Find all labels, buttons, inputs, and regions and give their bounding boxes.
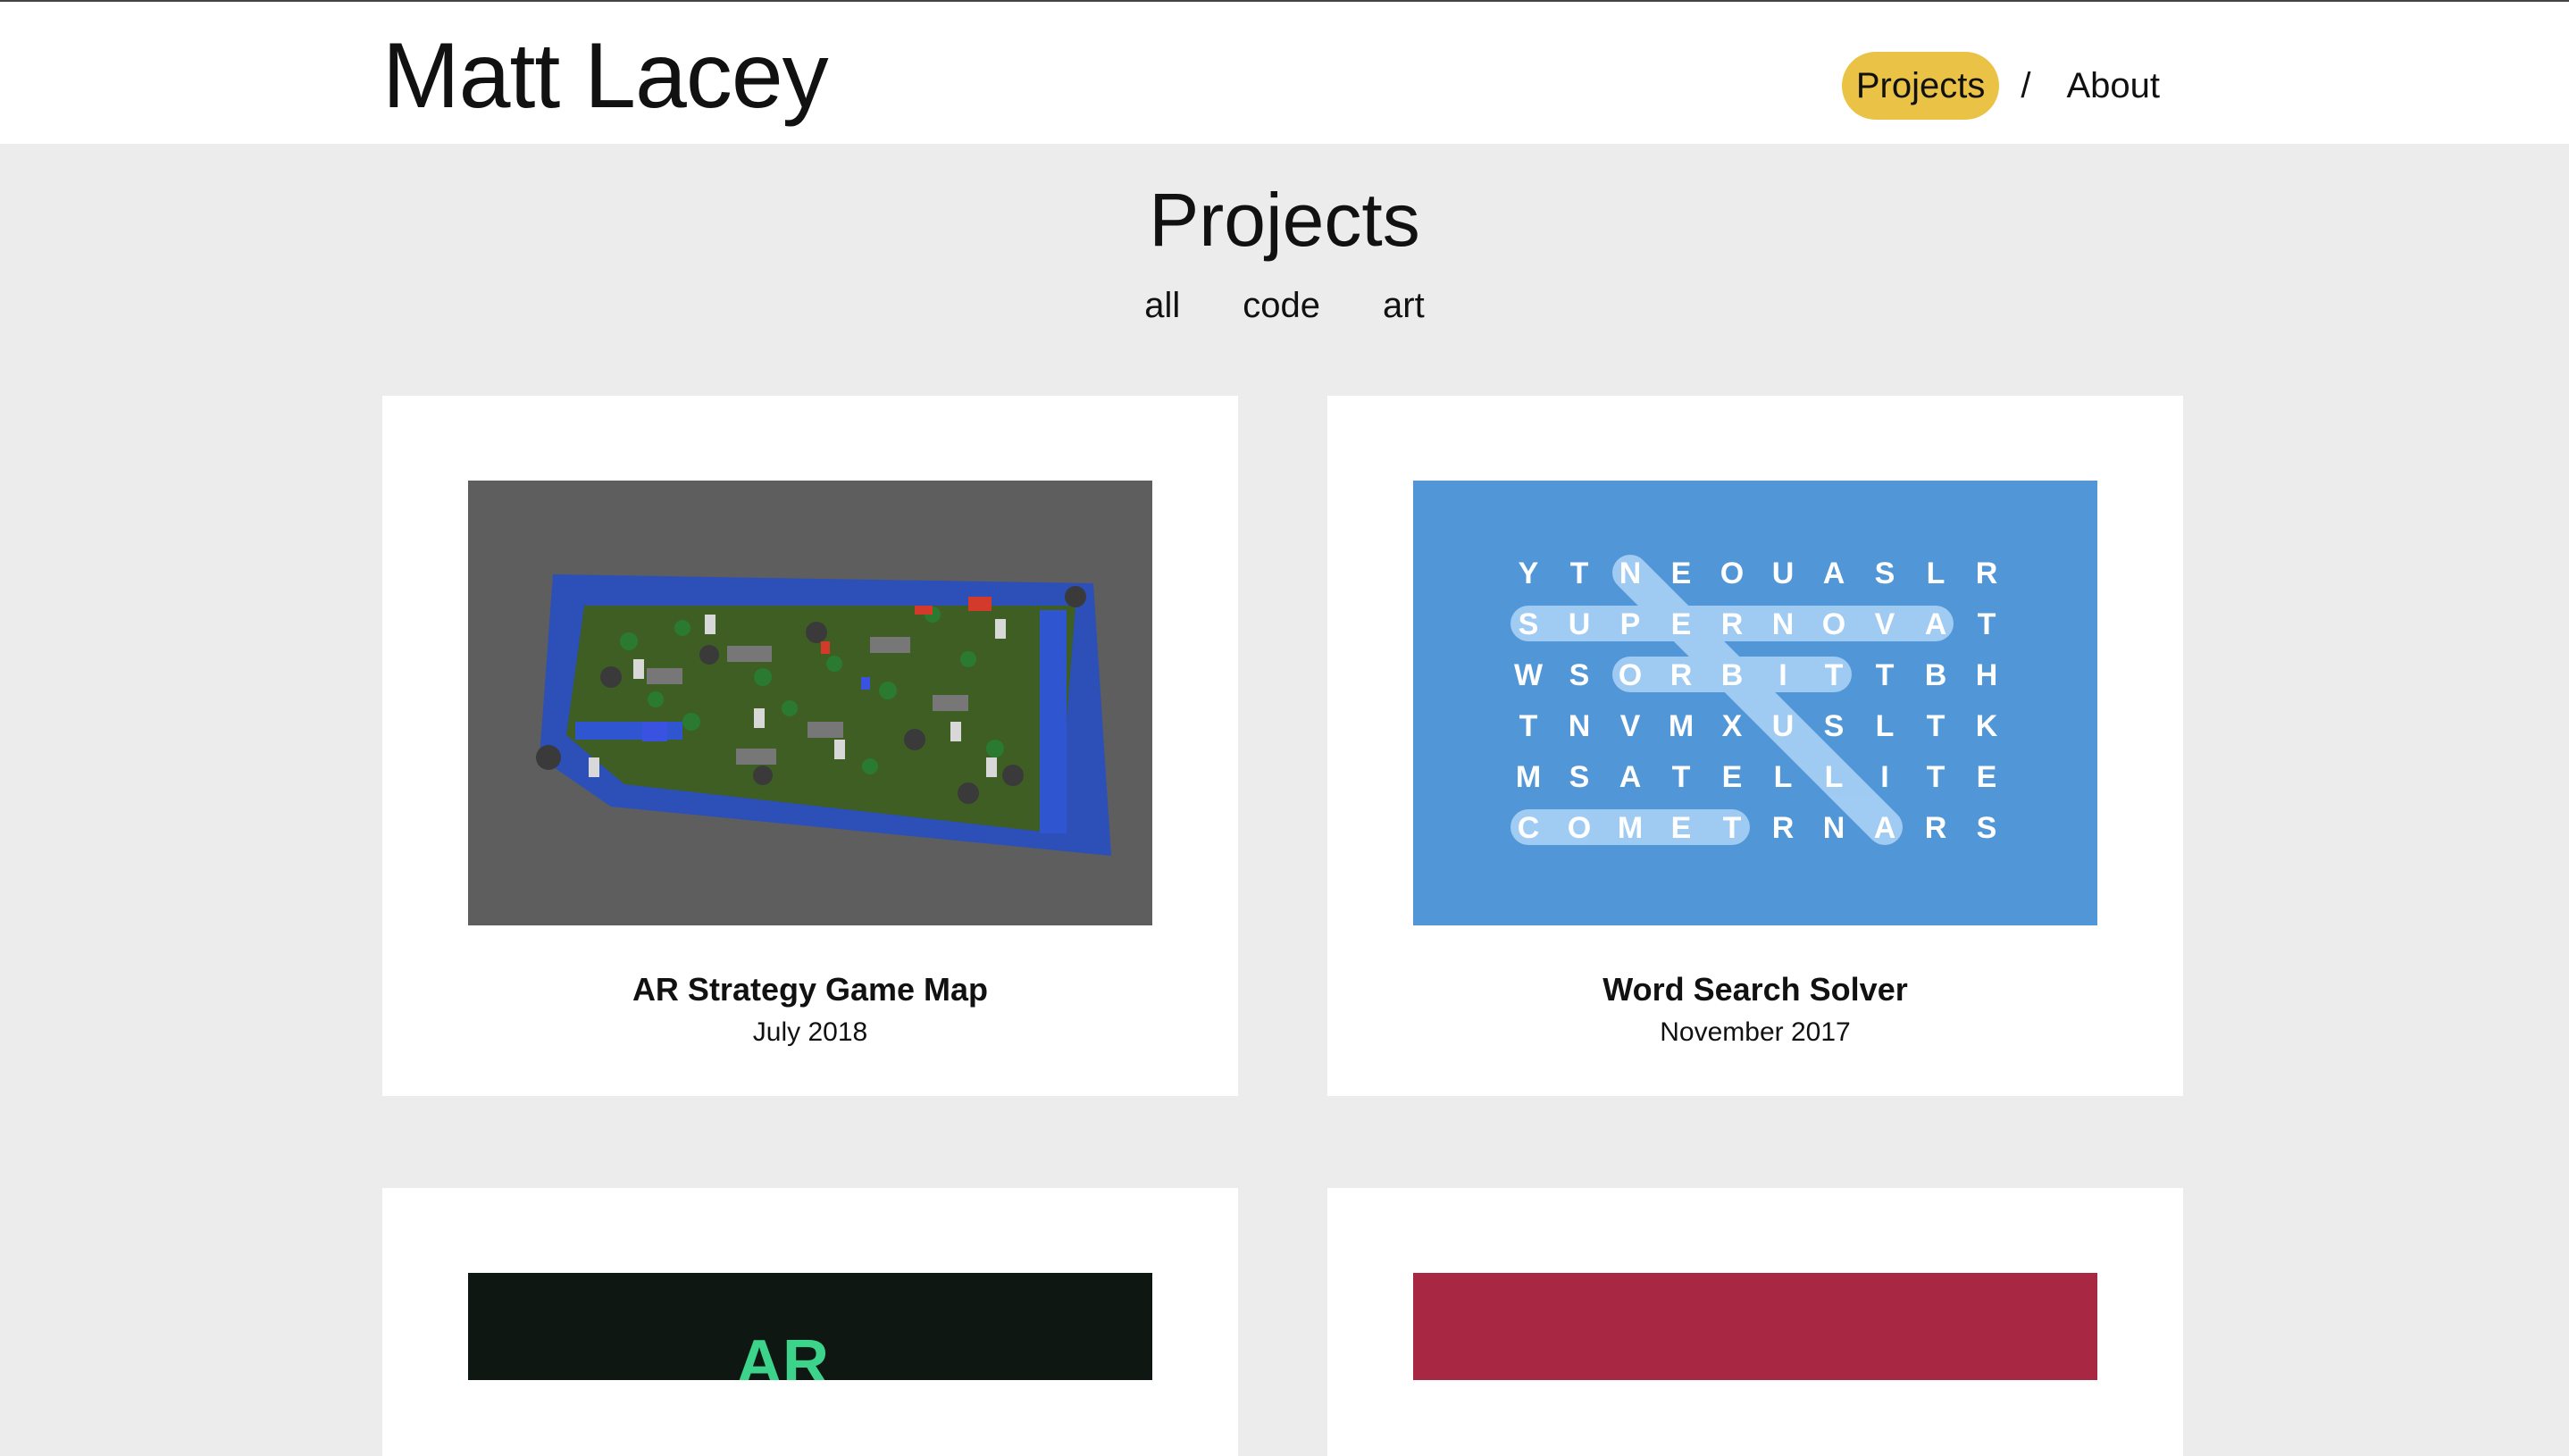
grid-letter: O bbox=[1720, 556, 1744, 590]
ar-strategy-map-image bbox=[468, 481, 1152, 925]
grid-letter: U bbox=[1772, 556, 1795, 590]
grid-letter: H bbox=[1976, 658, 1998, 692]
grid-letter: A bbox=[1619, 760, 1642, 794]
grid-letter: S bbox=[1824, 709, 1845, 743]
red-project-image bbox=[1413, 1273, 2097, 1380]
grid-letter: T bbox=[1927, 709, 1946, 743]
grid-letter: U bbox=[1772, 709, 1795, 743]
grid-letter: L bbox=[1876, 709, 1895, 743]
main-nav: Projects / About bbox=[1841, 52, 2174, 120]
project-card[interactable]: AR Strategy Game Map July 2018 bbox=[382, 396, 1238, 1096]
dark-ar-project-image: AR bbox=[468, 1273, 1152, 1380]
nav-about[interactable]: About bbox=[2052, 52, 2174, 120]
grid-letter: U bbox=[1569, 607, 1591, 641]
grid-letter: T bbox=[1927, 760, 1946, 794]
project-date: November 2017 bbox=[1660, 1017, 1851, 1047]
nav-projects[interactable]: Projects bbox=[1841, 52, 2000, 120]
grid-letter: S bbox=[1875, 556, 1895, 590]
grid-letter: M bbox=[1618, 811, 1643, 845]
grid-letter: O bbox=[1822, 607, 1845, 641]
grid-letter: C bbox=[1518, 811, 1540, 845]
grid-letter: V bbox=[1875, 607, 1895, 641]
word-search-grid: Y T N E O U A S L RS U P E R N O V A TW S O R B I T T B HT N V M X U S L T K… bbox=[1413, 481, 2097, 925]
grid-letter: T bbox=[1876, 658, 1895, 692]
thumb-caption: AR bbox=[736, 1327, 829, 1380]
filter-bar: all code art bbox=[0, 286, 2569, 326]
grid-letter: T bbox=[1672, 760, 1691, 794]
grid-letter: T bbox=[1825, 658, 1844, 692]
grid-letter: A bbox=[1925, 607, 1947, 641]
project-title[interactable]: Word Search Solver bbox=[1327, 971, 2183, 1008]
filter-art[interactable]: art bbox=[1383, 286, 1425, 326]
grid-letter: Y bbox=[1519, 556, 1539, 590]
grid-letter: I bbox=[1880, 760, 1888, 794]
site-header: Matt Lacey Projects / About bbox=[0, 2, 2569, 144]
grid-letter: T bbox=[1978, 607, 1996, 641]
grid-letter: M bbox=[1516, 760, 1541, 794]
grid-letter: T bbox=[1519, 709, 1538, 743]
project-card[interactable]: AR bbox=[382, 1188, 1238, 1456]
grid-letter: R bbox=[1670, 658, 1693, 692]
grid-letter: N bbox=[1619, 556, 1642, 590]
grid-letter: B bbox=[1721, 658, 1744, 692]
project-card[interactable] bbox=[1327, 1188, 2183, 1456]
project-card[interactable]: YTNEOUASLRSUPERNOVATWSORBITTBHTNVMXUSLTK… bbox=[1327, 396, 2183, 1096]
grid-letter: A bbox=[1823, 556, 1845, 590]
grid-letter: T bbox=[1570, 556, 1589, 590]
grid-letter: O bbox=[1568, 811, 1591, 845]
grid-letter: X bbox=[1722, 709, 1743, 743]
grid-letter: W bbox=[1514, 658, 1544, 692]
site-title[interactable]: Matt Lacey bbox=[382, 25, 829, 128]
grid-letter: P bbox=[1620, 607, 1641, 641]
filter-all[interactable]: all bbox=[1144, 286, 1180, 326]
grid-letter: R bbox=[1925, 811, 1947, 845]
grid-letter: B bbox=[1925, 658, 1947, 692]
grid-letter: E bbox=[1671, 607, 1692, 641]
grid-letter: R bbox=[1772, 811, 1795, 845]
page-title: Projects bbox=[1149, 178, 1420, 262]
word-search-grid-image: YTNEOUASLRSUPERNOVATWSORBITTBHTNVMXUSLTK… bbox=[1413, 481, 2097, 925]
grid-letter: S bbox=[1519, 607, 1539, 641]
grid-letter: V bbox=[1620, 709, 1641, 743]
grid-letter: E bbox=[1671, 556, 1692, 590]
grid-letter: N bbox=[1772, 607, 1795, 641]
grid-letter: T bbox=[1723, 811, 1742, 845]
grid-letter: M bbox=[1669, 709, 1694, 743]
grid-letter: N bbox=[1823, 811, 1845, 845]
grid-letter: O bbox=[1619, 658, 1642, 692]
grid-letter: R bbox=[1721, 607, 1744, 641]
grid-letter: L bbox=[1927, 556, 1946, 590]
grid-letter: S bbox=[1977, 811, 1997, 845]
project-title[interactable]: AR Strategy Game Map bbox=[382, 971, 1238, 1008]
grid-letter: L bbox=[1774, 760, 1793, 794]
grid-letter: S bbox=[1569, 658, 1590, 692]
grid-letter: R bbox=[1976, 556, 1998, 590]
grid-letter: L bbox=[1825, 760, 1844, 794]
grid-letter: E bbox=[1977, 760, 1997, 794]
filter-code[interactable]: code bbox=[1243, 286, 1320, 326]
grid-letter: A bbox=[1874, 811, 1896, 845]
grid-letter: I bbox=[1778, 658, 1787, 692]
grid-letter: S bbox=[1569, 760, 1590, 794]
nav-separator: / bbox=[2021, 65, 2031, 105]
project-date: July 2018 bbox=[752, 1017, 868, 1047]
grid-letter: K bbox=[1976, 709, 1998, 743]
grid-letter: E bbox=[1671, 811, 1692, 845]
grid-letter: N bbox=[1569, 709, 1591, 743]
grid-letter: E bbox=[1722, 760, 1743, 794]
